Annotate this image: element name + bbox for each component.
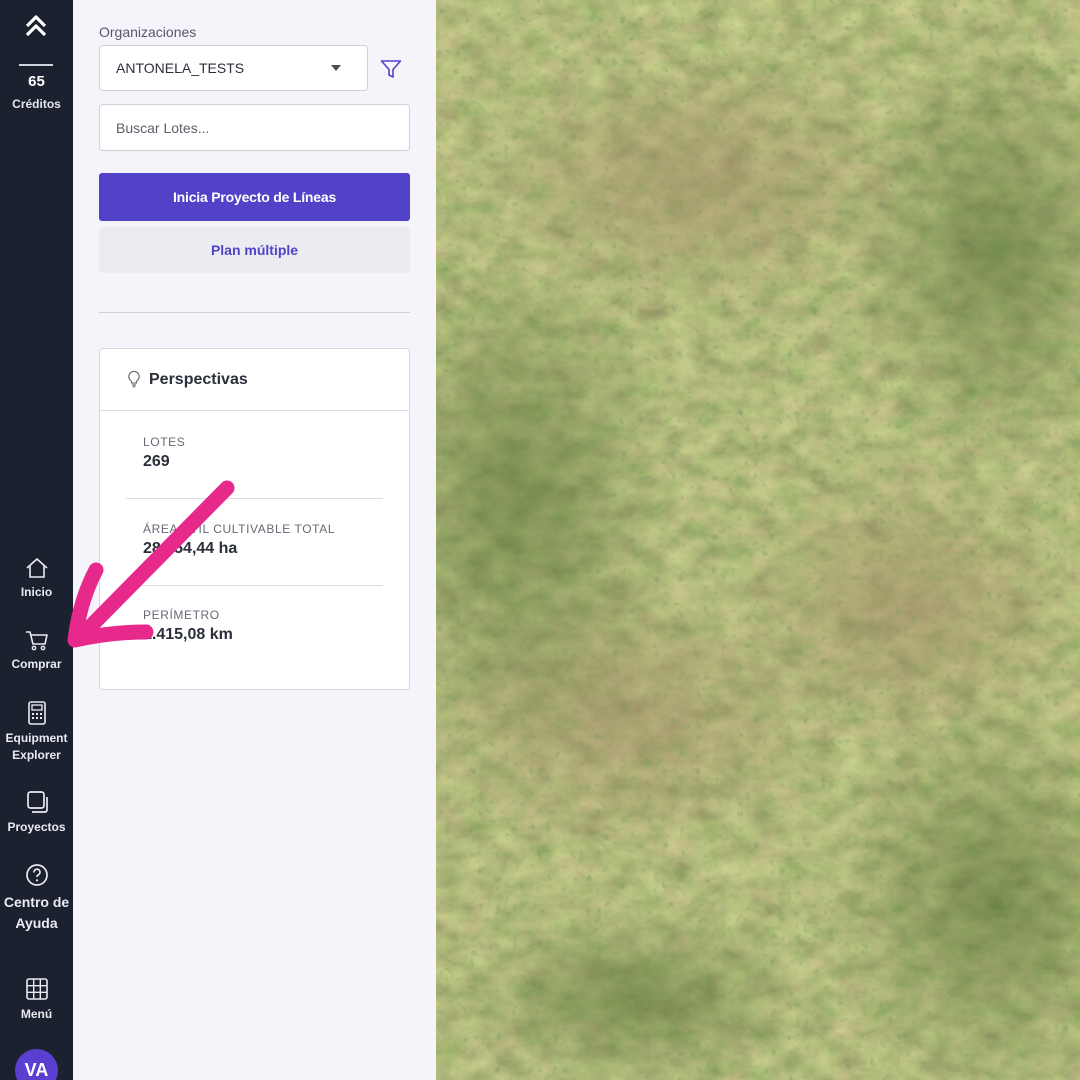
nav-item-label: Comprar [11, 657, 62, 671]
insights-card: Perspectivas LOTES 269 ÁREA ÚTIL CULTIVA… [99, 348, 410, 690]
credits-count: 65 [28, 73, 45, 90]
stat-value: 269 [143, 453, 170, 470]
stat-label: ÁREA ÚTIL CULTIVABLE TOTAL [143, 522, 336, 536]
nav-item-label: Proyectos [7, 820, 66, 834]
divider [99, 312, 410, 313]
nav-item-label: Inicio [20, 585, 53, 599]
nav-item-menu[interactable]: Menú [0, 976, 73, 1023]
home-icon [25, 558, 48, 578]
projects-icon [26, 791, 48, 813]
nav-item-label: Menú [20, 1007, 53, 1021]
credits-divider [19, 64, 53, 66]
nav-item-label: Equipment Explorer [5, 731, 68, 762]
start-lines-project-button[interactable]: Inicia Proyecto de Líneas [99, 173, 410, 221]
stat-divider [126, 498, 383, 499]
chevron-down-icon [331, 65, 341, 71]
user-avatar[interactable]: VA [15, 1049, 58, 1080]
nav-item-equipment-explorer[interactable]: Equipment Explorer [0, 700, 73, 764]
organizations-label: Organizaciones [99, 24, 197, 40]
satellite-map[interactable] [436, 0, 1080, 1080]
multiple-plan-button[interactable]: Plan múltiple [99, 227, 410, 273]
cart-icon [25, 631, 48, 651]
insights-title: Perspectivas [149, 371, 248, 388]
satellite-imagery [436, 0, 1080, 1080]
help-icon [25, 864, 48, 886]
search-lotes-input[interactable] [99, 104, 410, 151]
credits-label: Créditos [12, 97, 61, 111]
calculator-icon [27, 701, 46, 725]
grid-icon [25, 978, 48, 1000]
nav-item-comprar[interactable]: Comprar [0, 628, 73, 673]
nav-item-inicio[interactable]: Inicio [0, 556, 73, 601]
lotes-panel: Organizaciones ANTONELA_TESTS Inicia Pro… [73, 0, 436, 1080]
nav-item-proyectos[interactable]: Proyectos [0, 789, 73, 836]
nav-item-label: Centro de Ayuda [3, 894, 70, 931]
stat-label: PERÍMETRO [143, 608, 220, 622]
logo-icon[interactable] [22, 12, 50, 40]
stat-value: 1.415,08 km [143, 626, 233, 643]
insights-card-header: Perspectivas [100, 349, 409, 411]
organization-select-value: ANTONELA_TESTS [116, 60, 245, 76]
organization-select[interactable]: ANTONELA_TESTS [99, 45, 368, 91]
left-nav: 65 Créditos Inicio Comprar Equipment Exp… [0, 0, 73, 1080]
stat-divider [126, 585, 383, 586]
stat-label: LOTES [143, 435, 186, 449]
filter-icon[interactable] [379, 57, 403, 81]
stat-value: 28.454,44 ha [143, 540, 238, 557]
nav-item-help-center[interactable]: Centro de Ayuda [0, 862, 73, 934]
lightbulb-icon [128, 370, 140, 388]
